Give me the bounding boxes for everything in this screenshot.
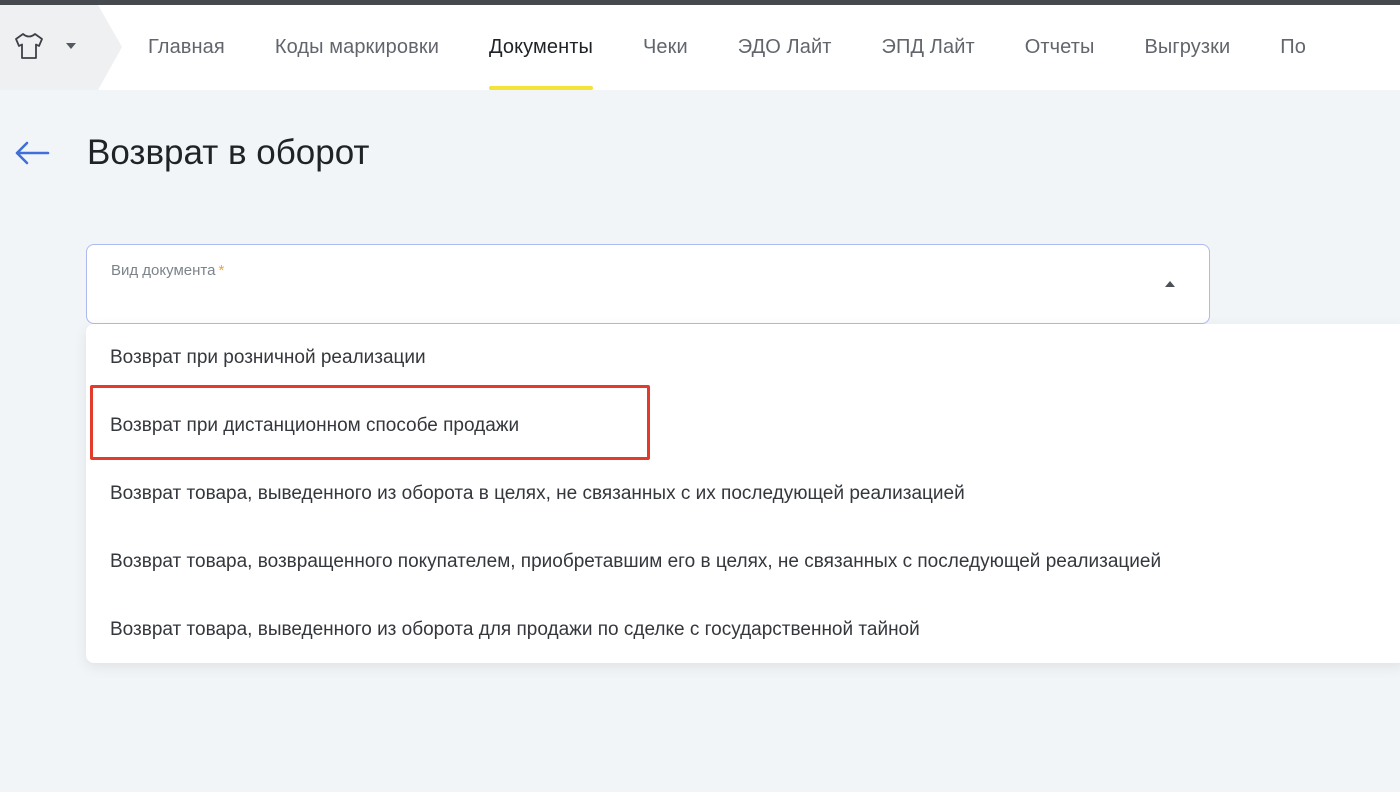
nav-item-exports[interactable]: Выгрузки (1144, 5, 1230, 90)
option-withdrawn-non-sale-return[interactable]: Возврат товара, выведенного из оборота в… (110, 460, 965, 528)
nav-item-epd-lite[interactable]: ЭПД Лайт (882, 5, 975, 90)
required-mark: * (218, 262, 225, 279)
caret-up-icon[interactable] (1165, 281, 1175, 287)
arrow-left-icon[interactable] (12, 136, 52, 170)
nav-item-edo-lite[interactable]: ЭДО Лайт (738, 5, 832, 90)
main-nav: Главная Коды маркировки Документы Чеки Э… (148, 5, 1356, 90)
document-type-label: Вид документа * (111, 262, 224, 279)
page-title: Возврат в оборот (87, 133, 370, 172)
nav-item-documents[interactable]: Документы (488, 5, 593, 90)
tshirt-icon (15, 33, 43, 59)
top-navbar: Главная Коды маркировки Документы Чеки Э… (0, 5, 1400, 90)
document-type-dropdown: Возврат при розничной реализации Возврат… (86, 324, 1400, 663)
document-type-select[interactable]: Вид документа * (86, 244, 1210, 324)
nav-item-receipts[interactable]: Чеки (643, 5, 688, 90)
nav-item-home[interactable]: Главная (148, 5, 225, 90)
nav-item-reports[interactable]: Отчеты (1025, 5, 1095, 90)
caret-down-icon (66, 43, 76, 49)
option-state-secret-return[interactable]: Возврат товара, выведенного из оборота д… (110, 596, 920, 664)
option-remote-sale-return[interactable]: Возврат при дистанционном способе продаж… (110, 392, 519, 460)
nav-item-marking-codes[interactable]: Коды маркировки (275, 5, 439, 90)
option-customer-returned-return[interactable]: Возврат товара, возвращенного покупателе… (110, 528, 1161, 596)
product-switcher[interactable] (0, 5, 122, 90)
document-type-label-text: Вид документа (111, 262, 216, 279)
option-retail-return[interactable]: Возврат при розничной реализации (110, 324, 426, 392)
nav-item-more[interactable]: По (1280, 5, 1306, 90)
